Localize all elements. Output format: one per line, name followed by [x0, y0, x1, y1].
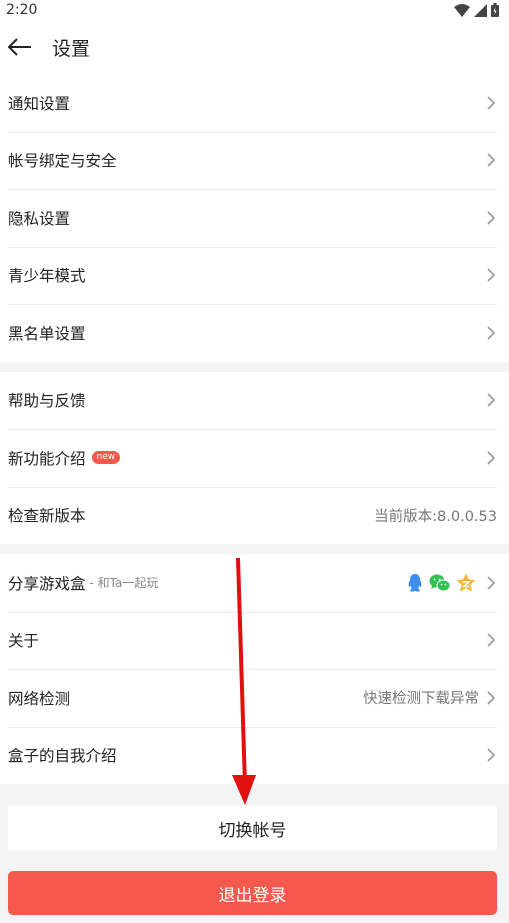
chevron-right-icon: [485, 268, 497, 282]
settings-item-check-update[interactable]: 检查新版本 当前版本:8.0.0.53: [0, 486, 509, 545]
logout-button[interactable]: 退出登录: [8, 871, 497, 915]
chevron-right-icon: [485, 691, 497, 705]
settings-group-1: 通知设置 帐号绑定与安全 隐私设置 青少年模式 黑名单设置: [0, 74, 509, 362]
settings-item-self-intro[interactable]: 盒子的自我介绍: [0, 726, 509, 785]
settings-group-3: 分享游戏盒 - 和Ta一起玩 关于 网络检测 快速检测下载异常 盒子的自我介绍: [0, 554, 509, 784]
back-button[interactable]: [6, 33, 34, 61]
settings-item-label: 帮助与反馈: [8, 392, 86, 411]
chevron-right-icon: [485, 153, 497, 167]
wechat-icon[interactable]: [429, 573, 451, 593]
settings-item-label: 网络检测: [8, 689, 71, 708]
battery-icon: [491, 3, 499, 17]
signal-icon: [474, 3, 487, 17]
account-actions: 切换帐号 退出登录: [0, 784, 509, 915]
settings-item-about[interactable]: 关于: [0, 611, 509, 670]
qzone-icon[interactable]: [455, 573, 477, 593]
status-bar: 2:20: [0, 0, 509, 20]
chevron-right-icon: [485, 451, 497, 465]
section-divider: [0, 544, 509, 554]
status-time: 2:20: [6, 2, 38, 18]
chevron-right-icon: [485, 211, 497, 225]
settings-item-label: 隐私设置: [8, 209, 71, 228]
wifi-icon: [454, 3, 470, 17]
current-version-text: 当前版本:8.0.0.53: [374, 508, 497, 525]
new-badge: new: [91, 451, 121, 465]
settings-item-notifications[interactable]: 通知设置: [0, 74, 509, 132]
settings-item-label: 通知设置: [8, 94, 71, 113]
settings-item-network-check[interactable]: 网络检测 快速检测下载异常: [0, 669, 509, 727]
settings-group-2: 帮助与反馈 新功能介绍 new 检查新版本 当前版本:8.0.0.53: [0, 371, 509, 545]
share-subtitle: - 和Ta一起玩: [89, 576, 159, 591]
settings-item-youth-mode[interactable]: 青少年模式: [0, 246, 509, 305]
chevron-right-icon: [485, 326, 497, 340]
settings-item-label: 盒子的自我介绍: [8, 747, 117, 766]
chevron-right-icon: [485, 748, 497, 762]
settings-item-account-security[interactable]: 帐号绑定与安全: [0, 131, 509, 190]
settings-item-share[interactable]: 分享游戏盒 - 和Ta一起玩: [0, 554, 509, 612]
back-arrow-icon: [8, 38, 31, 56]
chevron-right-icon: [485, 393, 497, 407]
settings-item-label: 青少年模式: [8, 267, 86, 286]
settings-item-help-feedback[interactable]: 帮助与反馈: [0, 372, 509, 430]
settings-item-label: 分享游戏盒: [8, 574, 86, 593]
qq-icon[interactable]: [405, 573, 425, 593]
status-icons: [454, 3, 499, 17]
settings-item-label: 帐号绑定与安全: [8, 152, 117, 171]
settings-item-label: 新功能介绍: [8, 449, 86, 468]
settings-item-label: 关于: [8, 632, 40, 651]
settings-item-blacklist[interactable]: 黑名单设置: [0, 304, 509, 362]
settings-item-label: 黑名单设置: [8, 324, 86, 343]
settings-item-privacy[interactable]: 隐私设置: [0, 189, 509, 247]
chevron-right-icon: [485, 633, 497, 647]
page-title: 设置: [52, 37, 91, 60]
header: 设置: [0, 20, 509, 74]
section-divider: [0, 361, 509, 372]
chevron-right-icon: [485, 96, 497, 110]
chevron-right-icon: [485, 576, 497, 590]
network-check-hint: 快速检测下载异常: [363, 691, 479, 708]
switch-account-button[interactable]: 切换帐号: [8, 806, 497, 850]
settings-item-new-features[interactable]: 新功能介绍 new: [0, 429, 509, 487]
settings-item-label: 检查新版本: [8, 507, 86, 526]
